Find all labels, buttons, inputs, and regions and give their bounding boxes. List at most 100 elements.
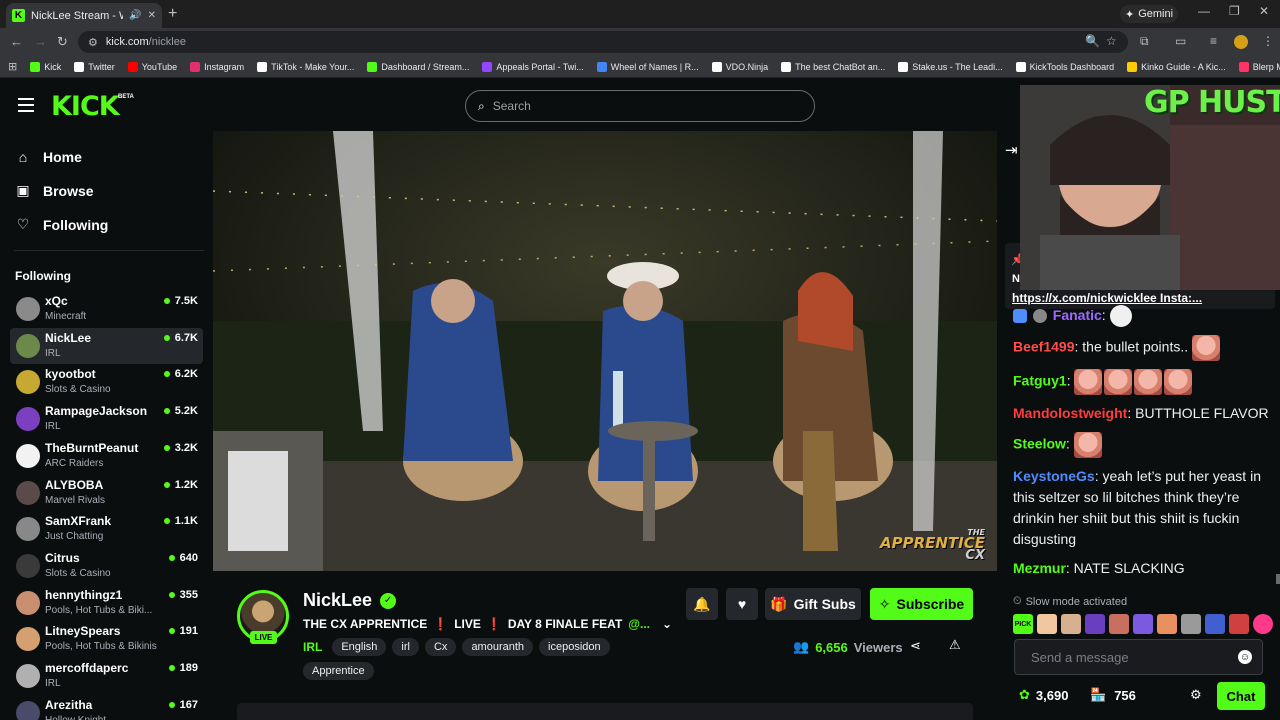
chat-username[interactable]: Beef1499	[1013, 339, 1075, 355]
report-warning-icon[interactable]: ⚠	[949, 637, 961, 653]
followed-channel[interactable]: Citrus Slots & Casino 640	[10, 548, 203, 584]
tag-chip[interactable]: Apprentice	[303, 662, 374, 680]
emote-icon[interactable]	[1157, 614, 1177, 634]
chat-username[interactable]: Fatguy1	[1013, 373, 1067, 389]
content-panel-edge	[237, 703, 973, 720]
tag-chip[interactable]: Cx	[424, 638, 457, 656]
followed-channel[interactable]: LitneySpears Pools, Hot Tubs & Bikinis 191	[10, 621, 203, 657]
category-link[interactable]: IRL	[303, 638, 322, 656]
followed-channel[interactable]: TheBurntPeanut ARC Raiders 3.2K	[10, 438, 203, 474]
emote-icon[interactable]	[1181, 614, 1201, 634]
bookmark-item[interactable]: KickTools Dashboard	[1015, 61, 1114, 72]
bookmark-item[interactable]: Kick	[30, 61, 61, 72]
chat-settings-gear-icon[interactable]: ⚙	[1190, 687, 1202, 703]
expand-title-chevron-icon[interactable]: ⌄	[662, 617, 672, 631]
followed-channel[interactable]: kyootbot Slots & Casino 6.2K	[10, 364, 203, 400]
followed-channel[interactable]: NickLee IRL 6.7K	[10, 327, 203, 364]
site-info-icon[interactable]: ⚙	[88, 36, 98, 49]
streamer-name[interactable]: NickLee ✓	[303, 590, 397, 611]
bookmark-item[interactable]: Instagram	[190, 61, 244, 72]
media-icon[interactable]: ≡	[1210, 34, 1217, 48]
emote-icon[interactable]	[1133, 614, 1153, 634]
kick-logo[interactable]: KICK	[51, 91, 120, 122]
tag-chip[interactable]: iceposidon	[539, 638, 610, 656]
bookmark-star-icon[interactable]: ☆	[1106, 34, 1117, 48]
subscribe-button[interactable]: ✧ Subscribe	[870, 588, 973, 620]
video-player[interactable]: THE APPRENTICE CX	[213, 131, 997, 571]
bookmark-item[interactable]: YouTube	[127, 61, 177, 72]
share-icon[interactable]: ⋖	[910, 638, 921, 654]
collapse-chat-icon[interactable]: ⇥	[1005, 141, 1018, 159]
audio-icon[interactable]: 🔊	[129, 10, 141, 21]
bookmark-item[interactable]: Twitter	[74, 61, 115, 72]
followed-channel[interactable]: hennythingz1 Pools, Hot Tubs & Biki... 355	[10, 585, 203, 621]
chat-username[interactable]: Steelow	[1013, 436, 1066, 452]
notification-bell-button[interactable]: 🔔	[686, 588, 718, 620]
browser-menu-icon[interactable]: ⋮	[1262, 34, 1274, 48]
emote-icon[interactable]	[1085, 614, 1105, 634]
profile-avatar[interactable]	[1234, 35, 1248, 49]
follow-button[interactable]: ♥	[726, 588, 758, 620]
title-mention[interactable]: @...	[628, 617, 650, 631]
chat-username[interactable]: KeystoneGs	[1013, 468, 1095, 484]
channel-points[interactable]: ✿ 3,690	[1019, 687, 1068, 703]
heart-emote-icon[interactable]	[1253, 614, 1273, 634]
bookmark-item[interactable]: Kinko Guide - A Kic...	[1127, 61, 1226, 72]
tab-close-icon[interactable]: ✕	[148, 10, 156, 21]
new-tab-button[interactable]: +	[168, 5, 177, 23]
bookmark-item[interactable]: Stake.us - The Leadi...	[898, 61, 1003, 72]
bookmark-item[interactable]: VDO.Ninja	[711, 61, 768, 72]
url-bar[interactable]: ⚙ kick.com /nicklee	[78, 31, 1128, 53]
chat-send-button[interactable]: Chat	[1217, 682, 1265, 710]
minimize-icon[interactable]: —	[1198, 4, 1210, 18]
followed-channel[interactable]: mercoffdaperc IRL 189	[10, 658, 203, 694]
kick-emote-icon[interactable]: PICK	[1013, 614, 1033, 634]
bookmark-item[interactable]: TikTok - Make Your...	[257, 61, 354, 72]
search-input[interactable]: ⌕ Search	[465, 90, 815, 122]
restore-icon[interactable]: ❐	[1229, 4, 1240, 18]
emote-icon[interactable]	[1229, 614, 1249, 634]
bookmark-item[interactable]: The best ChatBot an...	[781, 61, 885, 72]
emote-icon[interactable]	[1061, 614, 1081, 634]
nav-browse[interactable]: ▣ Browse	[15, 182, 93, 199]
cast-icon[interactable]: ▭	[1175, 34, 1186, 48]
followed-channel[interactable]: RampageJackson IRL 5.2K	[10, 401, 203, 437]
menu-icon[interactable]	[18, 98, 34, 112]
emote-icon[interactable]	[1109, 614, 1129, 634]
gemini-button[interactable]: ✦ Gemini	[1120, 5, 1178, 23]
pinned-url[interactable]: https://x.com/nickwicklee	[1012, 291, 1157, 305]
nav-following[interactable]: ♡ Following	[15, 216, 109, 233]
page-scrollbar[interactable]	[1276, 574, 1280, 584]
apps-grid-icon[interactable]: ⊞	[8, 60, 17, 73]
chat-message-input[interactable]: Send a message ☺	[1014, 639, 1263, 675]
chat-username[interactable]: Mandolostweight	[1013, 405, 1127, 421]
window-close-icon[interactable]: ✕	[1259, 4, 1269, 18]
tag-chip[interactable]: irl	[392, 638, 419, 656]
emoji-picker-icon[interactable]: ☺	[1238, 650, 1252, 664]
bookmark-item[interactable]: Wheel of Names | R...	[596, 61, 699, 72]
nav-home[interactable]: ⌂ Home	[15, 149, 82, 165]
browser-tab[interactable]: K NickLee Stream - Watch Li... 🔊 ✕	[6, 3, 162, 28]
tag-chip[interactable]: English	[332, 638, 387, 656]
followed-channel[interactable]: SamXFrank Just Chatting 1.1K	[10, 511, 203, 547]
chat-message: Fanatic:	[1013, 305, 1273, 328]
pinned-link[interactable]: https://x.com/nickwicklee Insta:...	[1012, 291, 1202, 305]
followed-channel[interactable]: xQc Minecraft 7.5K	[10, 291, 203, 327]
zoom-icon[interactable]: 🔍	[1085, 34, 1100, 48]
extensions-icon[interactable]: ⧉	[1140, 34, 1149, 49]
back-icon[interactable]: ←	[10, 34, 23, 49]
bookmark-item[interactable]: Blerp Memes | Best...	[1238, 61, 1280, 72]
followed-channel[interactable]: Arezitha Hollow Knight 167	[10, 695, 203, 720]
followed-channel[interactable]: ALYBOBA Marvel Rivals 1.2K	[10, 475, 203, 511]
chat-username[interactable]: Mezmur	[1013, 560, 1066, 576]
chat-username[interactable]: Fanatic	[1053, 307, 1102, 323]
reload-icon[interactable]: ↻	[57, 34, 68, 50]
store-counter[interactable]: 🏪 756	[1090, 687, 1136, 703]
forward-icon[interactable]: →	[34, 34, 47, 49]
bookmark-item[interactable]: Appeals Portal - Twi...	[482, 61, 584, 72]
emote-icon[interactable]	[1205, 614, 1225, 634]
gift-subs-button[interactable]: 🎁 Gift Subs	[765, 588, 861, 620]
tag-chip[interactable]: amouranth	[462, 638, 534, 656]
emote-icon[interactable]	[1037, 614, 1057, 634]
bookmark-item[interactable]: Dashboard / Stream...	[367, 61, 469, 72]
